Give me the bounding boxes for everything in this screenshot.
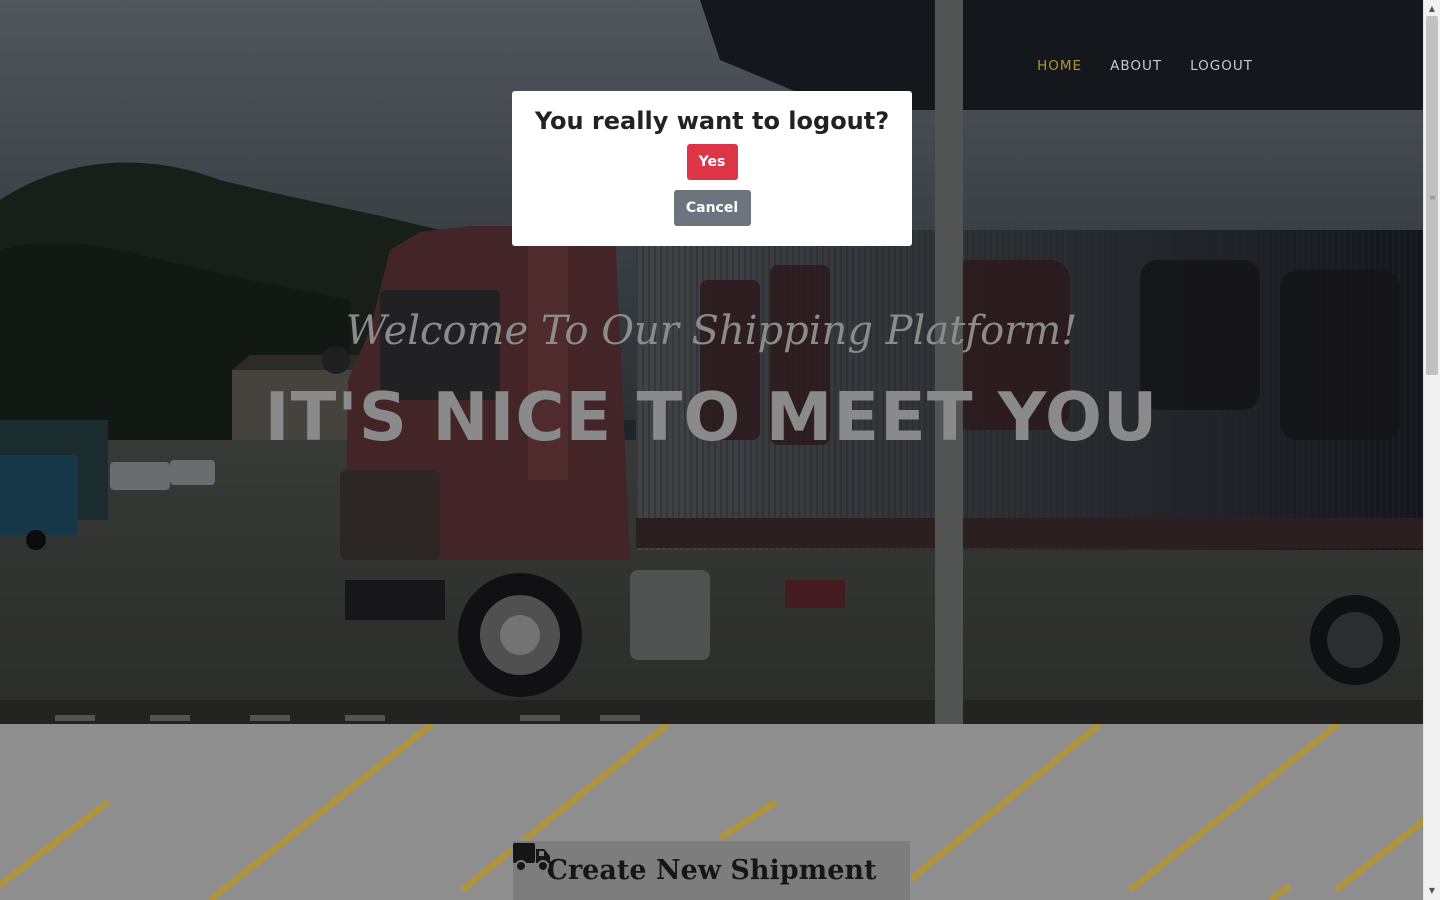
scroll-down-arrow-icon[interactable]: ▼ [1424,884,1440,898]
logout-confirm-dialog: You really want to logout? Yes Cancel [512,91,912,246]
dialog-title: You really want to logout? [534,107,890,135]
scroll-up-arrow-icon[interactable]: ▲ [1424,2,1440,16]
nav-logout-link[interactable]: LOGOUT [1190,58,1253,74]
top-nav: HOME ABOUT LOGOUT [1037,58,1253,74]
nav-home-link[interactable]: HOME [1037,58,1082,74]
yes-button[interactable]: Yes [686,144,738,180]
hero-welcome-text: Welcome To Our Shipping Platform! [345,308,1078,354]
scrollbar-thumb[interactable]: ≡ [1426,16,1438,375]
lower-section: Create New Shipment [0,724,1423,900]
page: HOME ABOUT LOGOUT Welcome To Our Shippin… [0,0,1423,900]
hero-headline: IT'S NICE TO MEET YOU [264,378,1159,456]
create-shipment-label: Create New Shipment [546,855,877,886]
vertical-scrollbar[interactable]: ▲ ≡ ▼ [1423,0,1440,900]
truck-icon [513,843,550,872]
nav-about-link[interactable]: ABOUT [1110,58,1162,74]
create-shipment-button[interactable]: Create New Shipment [512,840,911,900]
grip-icon: ≡ [1429,193,1436,202]
cancel-button[interactable]: Cancel [673,190,751,226]
